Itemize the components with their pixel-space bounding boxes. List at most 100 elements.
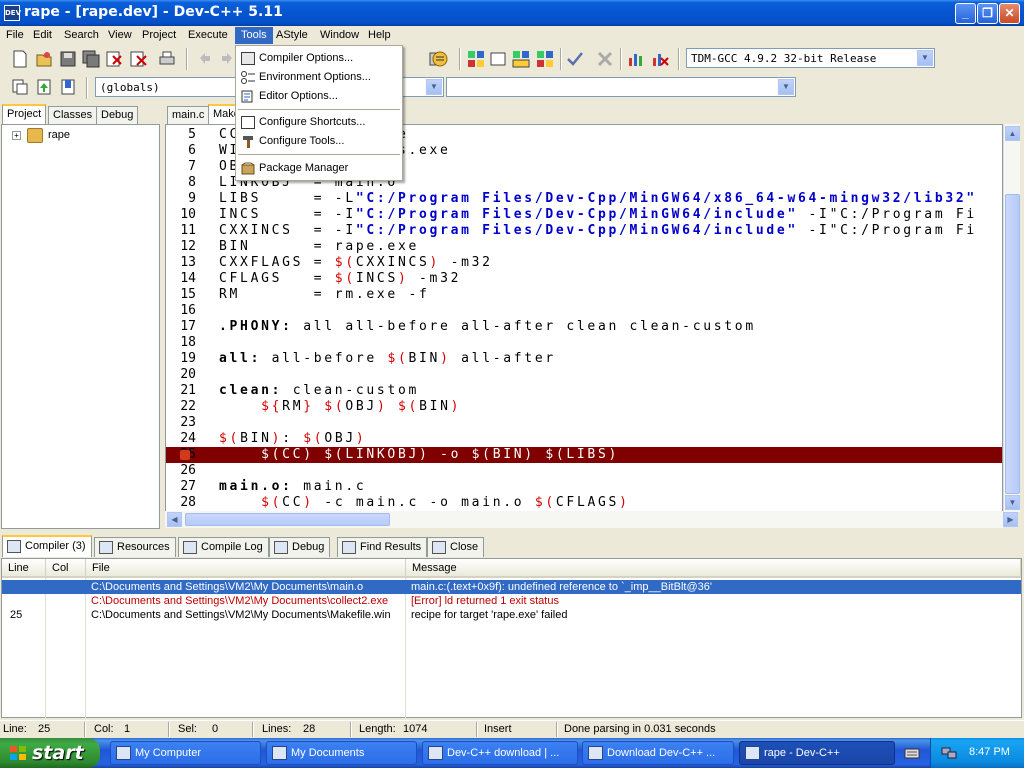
taskbar-item-devcpp[interactable]: rape - Dev-C++ bbox=[739, 741, 895, 765]
new-file-icon[interactable] bbox=[11, 50, 29, 68]
code-line[interactable]: 23 bbox=[166, 415, 1002, 431]
scroll-thumb[interactable] bbox=[1005, 194, 1020, 494]
menu-execute[interactable]: Execute bbox=[182, 27, 234, 44]
title-bar[interactable]: DEV rape - [rape.dev] - Dev-C++ 5.11 _ ❐… bbox=[0, 0, 1024, 26]
menu-item-configure-shortcuts[interactable]: Configure Shortcuts... bbox=[238, 113, 400, 132]
code-line[interactable]: 27 main.o: main.c bbox=[166, 479, 1002, 495]
tab-project[interactable]: Project bbox=[2, 104, 47, 125]
close-all-icon[interactable] bbox=[130, 50, 148, 68]
member-select[interactable]: ▼ bbox=[446, 77, 796, 97]
menu-help[interactable]: Help bbox=[362, 27, 397, 44]
save-icon[interactable] bbox=[59, 50, 77, 68]
profile-chart-icon[interactable] bbox=[627, 50, 645, 68]
stop-execution-icon[interactable] bbox=[596, 50, 614, 68]
tab-debug[interactable]: Debug bbox=[96, 106, 139, 124]
chevron-down-icon[interactable]: ▼ bbox=[917, 50, 933, 66]
menu-item-environment-options[interactable]: Environment Options... bbox=[238, 68, 400, 87]
tab-find-results[interactable]: Find Results bbox=[337, 537, 428, 557]
undo-icon[interactable] bbox=[196, 50, 214, 68]
tab-compiler[interactable]: Compiler (3) bbox=[2, 535, 92, 557]
message-row[interactable]: 25 C:\Documents and Settings\VM2\My Docu… bbox=[2, 608, 1021, 622]
delete-profile-icon[interactable] bbox=[651, 50, 669, 68]
close-file-icon[interactable] bbox=[105, 50, 123, 68]
menu-astyle[interactable]: AStyle bbox=[270, 27, 314, 44]
code-line[interactable]: 24 $(BIN): $(OBJ) bbox=[166, 431, 1002, 447]
scroll-left-icon[interactable]: ◀ bbox=[167, 512, 182, 527]
menu-view[interactable]: View bbox=[102, 27, 138, 44]
taskbar-item-browser-2[interactable]: Download Dev-C++ ... bbox=[582, 741, 734, 765]
code-line[interactable]: 11 CXXINCS = -I"C:/Program Files/Dev-Cpp/… bbox=[166, 223, 1002, 239]
menu-item-compiler-options[interactable]: Compiler Options... bbox=[238, 49, 400, 68]
scroll-right-icon[interactable]: ▶ bbox=[1003, 512, 1018, 527]
code-line[interactable]: 18 bbox=[166, 335, 1002, 351]
tab-main-c[interactable]: main.c bbox=[167, 106, 210, 124]
code-line[interactable]: 17 .PHONY: all all-before all-after clean… bbox=[166, 319, 1002, 335]
run-icon[interactable] bbox=[489, 50, 507, 68]
compile-run-icon[interactable] bbox=[512, 50, 530, 68]
column-header-file[interactable]: File bbox=[86, 559, 406, 578]
start-button[interactable]: start bbox=[0, 738, 100, 768]
code-line[interactable]: 19 all: all-before $(BIN) all-after bbox=[166, 351, 1002, 367]
syntax-check-icon[interactable] bbox=[566, 50, 584, 68]
save-all-icon[interactable] bbox=[82, 50, 100, 68]
code-line[interactable]: 13 CXXFLAGS = $(CXXINCS) -m32 bbox=[166, 255, 1002, 271]
taskbar-item-browser-1[interactable]: Dev-C++ download | ... bbox=[422, 741, 578, 765]
print-icon[interactable] bbox=[158, 50, 176, 68]
column-header-col[interactable]: Col bbox=[46, 559, 86, 578]
close-button[interactable]: ✕ bbox=[999, 3, 1020, 24]
menu-file[interactable]: File bbox=[0, 27, 30, 44]
menu-item-package-manager[interactable]: Package Manager bbox=[238, 159, 400, 178]
tab-debug-output[interactable]: Debug bbox=[269, 537, 331, 557]
code-line[interactable]: 14 CFLAGS = $(INCS) -m32 bbox=[166, 271, 1002, 287]
chevron-down-icon[interactable]: ▼ bbox=[778, 79, 794, 95]
maximize-button[interactable]: ❐ bbox=[977, 3, 998, 24]
compile-icon[interactable] bbox=[467, 50, 485, 68]
compiler-select[interactable]: TDM-GCC 4.9.2 32-bit Release ▼ bbox=[686, 48, 935, 68]
code-line[interactable]: 12 BIN = rape.exe bbox=[166, 239, 1002, 255]
menu-project[interactable]: Project bbox=[136, 27, 182, 44]
keyboard-icon[interactable] bbox=[904, 746, 920, 760]
code-line[interactable]: 16 bbox=[166, 303, 1002, 319]
project-tree-root[interactable]: rape bbox=[48, 129, 70, 141]
message-row[interactable]: C:\Documents and Settings\VM2\My Documen… bbox=[2, 594, 1021, 608]
tree-expand-icon[interactable]: + bbox=[12, 131, 21, 140]
tab-close[interactable]: Close bbox=[427, 537, 485, 557]
scroll-down-icon[interactable]: ▼ bbox=[1005, 495, 1020, 510]
message-row[interactable]: C:\Documents and Settings\VM2\My Documen… bbox=[2, 580, 1021, 594]
toggle-bookmark-icon[interactable] bbox=[35, 78, 53, 96]
column-header-message[interactable]: Message bbox=[406, 559, 1021, 578]
code-line[interactable]: 21 clean: clean-custom bbox=[166, 383, 1002, 399]
code-line[interactable]: 26 bbox=[166, 463, 1002, 479]
menu-window[interactable]: Window bbox=[314, 27, 365, 44]
menu-item-configure-tools[interactable]: Configure Tools... bbox=[238, 132, 400, 151]
tab-resources[interactable]: Resources bbox=[94, 537, 176, 557]
minimize-button[interactable]: _ bbox=[955, 3, 976, 24]
menu-item-editor-options[interactable]: Editor Options... bbox=[238, 87, 400, 106]
tab-classes[interactable]: Classes bbox=[48, 106, 98, 124]
goto-line-icon[interactable] bbox=[431, 50, 449, 68]
code-line[interactable]: 20 bbox=[166, 367, 1002, 383]
column-header-line[interactable]: Line bbox=[2, 559, 46, 578]
code-line[interactable]: 25 $(CC) $(LINKOBJ) -o $(BIN) $(LIBS) bbox=[166, 447, 1002, 463]
menu-edit[interactable]: Edit bbox=[27, 27, 58, 44]
menu-tools[interactable]: Tools bbox=[235, 27, 273, 44]
goto-bookmark-icon[interactable] bbox=[59, 78, 77, 96]
redo-icon[interactable] bbox=[218, 50, 236, 68]
code-line[interactable]: 9 LIBS = -L"C:/Program Files/Dev-Cpp/MinG… bbox=[166, 191, 1002, 207]
taskbar-item-my-documents[interactable]: My Documents bbox=[266, 741, 417, 765]
insert-icon[interactable] bbox=[11, 78, 29, 96]
code-line[interactable]: 10 INCS = -I"C:/Program Files/Dev-Cpp/Min… bbox=[166, 207, 1002, 223]
tab-compile-log[interactable]: Compile Log bbox=[178, 537, 269, 557]
code-line[interactable]: 15 RM = rm.exe -f bbox=[166, 287, 1002, 303]
open-project-icon[interactable] bbox=[35, 50, 53, 68]
rebuild-icon[interactable] bbox=[536, 50, 554, 68]
taskbar-item-my-computer[interactable]: My Computer bbox=[110, 741, 261, 765]
editor-vertical-scrollbar[interactable]: ▲ ▼ bbox=[1003, 124, 1020, 512]
editor-horizontal-scrollbar[interactable]: ◀ ▶ bbox=[165, 511, 1018, 528]
scroll-thumb[interactable] bbox=[185, 513, 390, 526]
network-icon[interactable] bbox=[941, 746, 957, 760]
code-line[interactable]: 28 $(CC) -c main.c -o main.o $(CFLAGS) bbox=[166, 495, 1002, 511]
code-line[interactable]: 22 ${RM} $(OBJ) $(BIN) bbox=[166, 399, 1002, 415]
code-editor[interactable]: 5CC = gcc.exe6WINDRES = windres.exe7OBJ … bbox=[165, 124, 1003, 512]
scroll-up-icon[interactable]: ▲ bbox=[1005, 126, 1020, 141]
